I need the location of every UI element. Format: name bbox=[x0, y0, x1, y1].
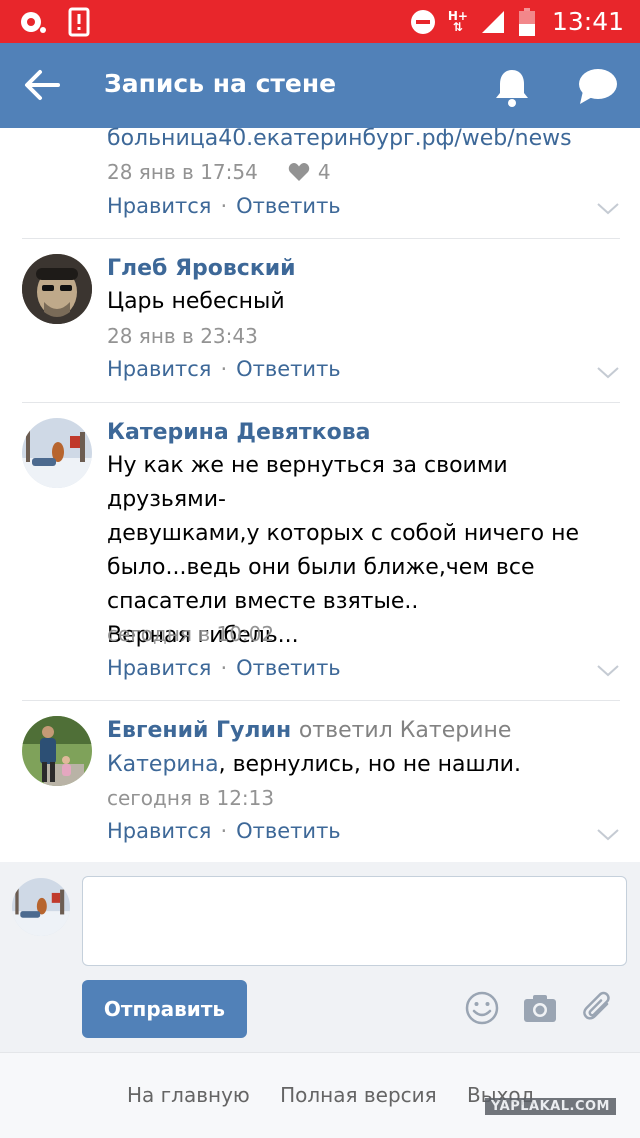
avatar-photo bbox=[22, 254, 92, 324]
footer: На главную Полная версия Выход bbox=[0, 1052, 640, 1138]
own-avatar bbox=[12, 878, 70, 936]
do-not-disturb-icon bbox=[410, 9, 435, 34]
reply-link[interactable]: Ответить bbox=[236, 819, 341, 843]
comment-text: больница40.екатеринбург.рф/web/news bbox=[107, 122, 627, 156]
comment-date: 28 янв в 17:54 bbox=[107, 160, 258, 184]
camera-icon[interactable] bbox=[522, 990, 558, 1026]
chevron-down-icon[interactable] bbox=[596, 828, 620, 842]
comment-input[interactable] bbox=[82, 876, 627, 966]
comment-date: 28 янв в 23:43 bbox=[107, 324, 258, 348]
signal-icon bbox=[481, 10, 504, 33]
likes-counter[interactable]: 4 bbox=[288, 160, 331, 184]
footer-link-home[interactable]: На главную bbox=[127, 1083, 250, 1107]
avatar-photo bbox=[12, 878, 70, 936]
separator-dot: · bbox=[220, 656, 228, 680]
footer-link-full-version[interactable]: Полная версия bbox=[280, 1083, 437, 1107]
comment-actions: Нравится · Ответить bbox=[107, 656, 341, 680]
comment-author[interactable]: Евгений Гулин bbox=[107, 718, 291, 743]
comment-actions: Нравится · Ответить bbox=[107, 357, 341, 381]
avatar[interactable] bbox=[22, 716, 92, 786]
heart-icon bbox=[288, 163, 310, 181]
comment-actions: Нравится · Ответить bbox=[107, 194, 341, 218]
chevron-down-icon[interactable] bbox=[596, 366, 620, 380]
comment-meta: 28 янв в 17:54 4 bbox=[107, 160, 331, 184]
network-type: H+ ⇅ bbox=[447, 8, 468, 34]
avatar-photo bbox=[22, 716, 92, 786]
comment-text-line: девушками,у которых с собой ничего не bbox=[107, 521, 580, 546]
comment-author[interactable]: Катерина Девяткова bbox=[107, 420, 371, 445]
reply-link[interactable]: Ответить bbox=[236, 357, 341, 381]
chevron-down-icon[interactable] bbox=[596, 202, 620, 216]
send-button[interactable]: Отправить bbox=[82, 980, 247, 1038]
separator-dot: · bbox=[220, 357, 228, 381]
status-bar-left bbox=[18, 7, 90, 37]
comment-actions: Нравится · Ответить bbox=[107, 819, 341, 843]
comment-date: сегодня в 12:13 bbox=[107, 786, 275, 810]
divider bbox=[22, 238, 620, 239]
like-link[interactable]: Нравится bbox=[107, 357, 211, 381]
reply-to-label[interactable]: ответил Катерине bbox=[299, 718, 512, 743]
watermark: YAPLAKAL.COM bbox=[485, 1098, 616, 1115]
app-header: Запись на стене bbox=[0, 43, 640, 128]
chat-bubble-icon[interactable] bbox=[574, 65, 622, 109]
alert-icon bbox=[68, 7, 90, 37]
separator-dot: · bbox=[220, 819, 228, 843]
like-link[interactable]: Нравится bbox=[107, 194, 211, 218]
likes-count: 4 bbox=[317, 160, 331, 184]
comment-text-body: , вернулись, но не нашли. bbox=[218, 752, 521, 777]
comment-text-line: было...ведь они были ближе,чем все bbox=[107, 555, 535, 580]
emoji-icon[interactable] bbox=[464, 990, 500, 1026]
comment-text: Царь небесный bbox=[107, 289, 285, 314]
comment-author[interactable]: Глеб Яровский bbox=[107, 256, 296, 281]
chevron-down-icon[interactable] bbox=[596, 664, 620, 678]
divider bbox=[22, 402, 620, 403]
comment-date: сегодня в 10:02 bbox=[107, 622, 275, 646]
record-icon bbox=[21, 12, 46, 33]
reply-link[interactable]: Ответить bbox=[236, 656, 341, 680]
avatar[interactable] bbox=[22, 418, 92, 488]
divider bbox=[22, 700, 620, 701]
comment-author-line: Евгений Гулин ответил Катерине bbox=[107, 718, 511, 743]
comment-text-line: спасатели вместе взятые.. bbox=[107, 589, 419, 614]
comment-composer: Отправить bbox=[0, 862, 640, 1052]
page-title: Запись на стене bbox=[104, 69, 337, 98]
status-bar: H+ ⇅ 13:41 bbox=[0, 0, 640, 43]
like-link[interactable]: Нравится bbox=[107, 656, 211, 680]
separator-dot: · bbox=[220, 194, 228, 218]
arrow-left-icon[interactable] bbox=[20, 65, 64, 105]
comment-link[interactable]: больница40.екатеринбург.рф/web/news bbox=[107, 126, 572, 151]
attachment-icon[interactable] bbox=[580, 990, 616, 1026]
status-bar-right: H+ ⇅ 13:41 bbox=[410, 0, 624, 43]
mention-link[interactable]: Катерина bbox=[107, 752, 219, 777]
battery-icon bbox=[518, 7, 535, 36]
avatar-photo bbox=[22, 418, 92, 488]
bell-icon[interactable] bbox=[490, 65, 534, 109]
like-link[interactable]: Нравится bbox=[107, 819, 211, 843]
clock: 13:41 bbox=[551, 7, 624, 36]
reply-link[interactable]: Ответить bbox=[236, 194, 341, 218]
comment-text-line: Ну как же не вернуться за своими друзьям… bbox=[107, 453, 508, 512]
avatar[interactable] bbox=[22, 254, 92, 324]
comment-text: Катерина, вернулись, но не нашли. bbox=[107, 748, 627, 782]
